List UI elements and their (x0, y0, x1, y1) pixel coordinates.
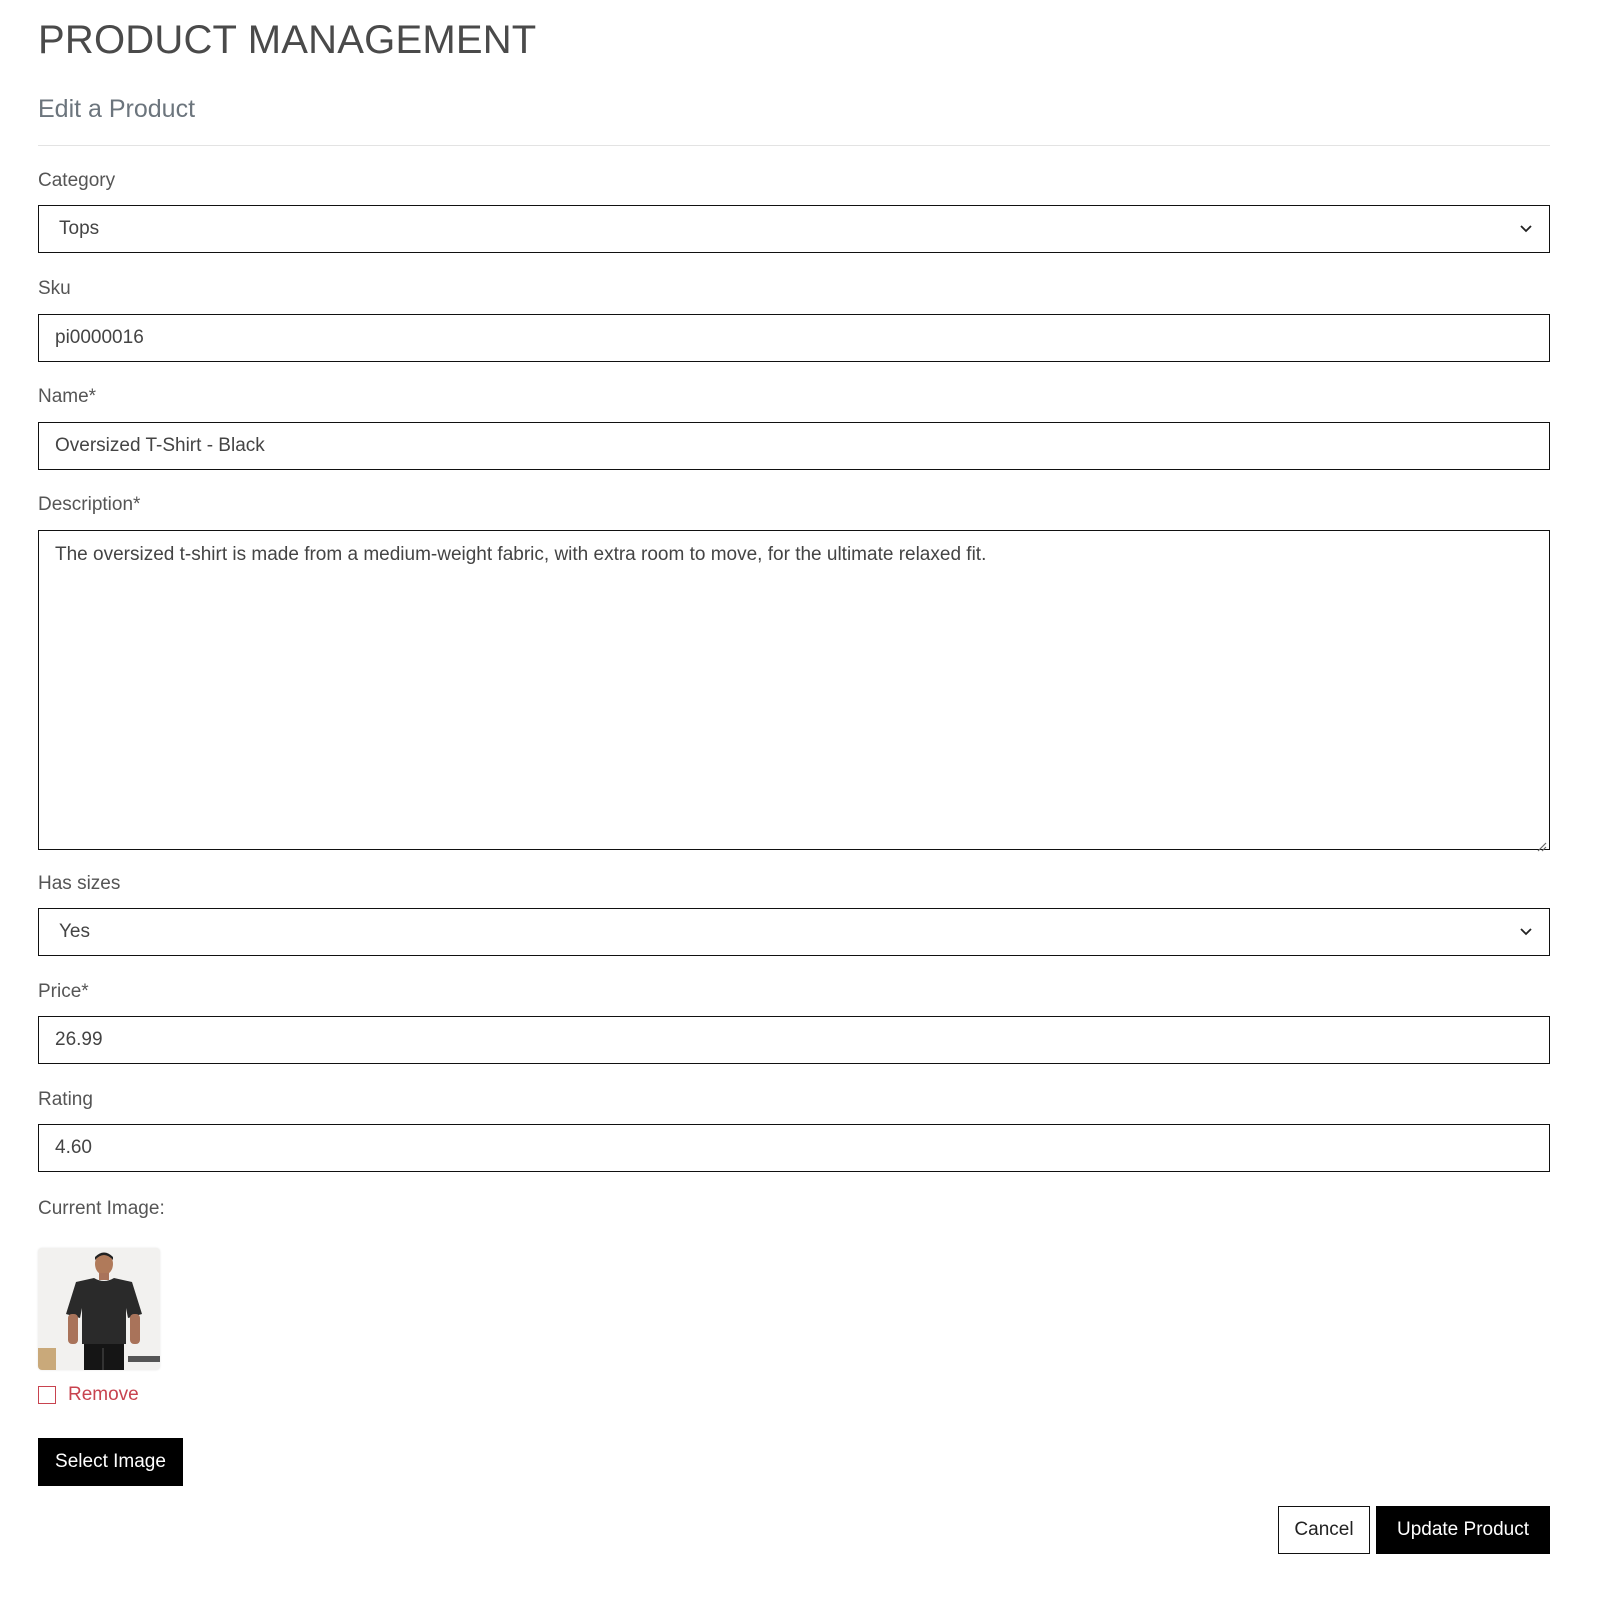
rating-label: Rating (38, 1089, 93, 1110)
price-input[interactable]: 26.99 (38, 1016, 1550, 1064)
select-image-button[interactable]: Select Image (38, 1438, 183, 1486)
description-label: Description* (38, 494, 141, 515)
chevron-down-icon (1519, 925, 1533, 939)
remove-image-label[interactable]: Remove (68, 1384, 139, 1406)
sku-label: Sku (38, 278, 71, 299)
price-label: Price* (38, 981, 89, 1002)
chevron-down-icon (1519, 222, 1533, 236)
category-select-value: Tops (59, 218, 100, 239)
has-sizes-select-value: Yes (59, 921, 90, 942)
name-input[interactable]: Oversized T-Shirt - Black (38, 422, 1550, 470)
name-input-value: Oversized T-Shirt - Black (55, 435, 265, 456)
sku-input[interactable]: pi0000016 (38, 314, 1550, 362)
rating-input-value: 4.60 (55, 1137, 92, 1158)
header-divider (38, 145, 1550, 146)
rating-input[interactable]: 4.60 (38, 1124, 1550, 1172)
product-thumbnail (38, 1248, 160, 1370)
current-image-label: Current Image: (38, 1198, 165, 1219)
page-subtitle: Edit a Product (38, 95, 196, 123)
has-sizes-select[interactable]: Yes (38, 908, 1550, 956)
category-label: Category (38, 170, 116, 191)
sku-input-value: pi0000016 (55, 327, 144, 348)
name-label: Name* (38, 386, 97, 407)
category-select[interactable]: Tops (38, 205, 1550, 253)
description-textarea[interactable]: The oversized t-shirt is made from a med… (38, 530, 1550, 852)
resize-handle-icon[interactable] (1535, 835, 1547, 852)
has-sizes-label: Has sizes (38, 873, 121, 894)
remove-image-checkbox[interactable] (38, 1386, 56, 1404)
update-product-button[interactable]: Update Product (1376, 1506, 1550, 1554)
remove-image-row[interactable]: Remove (38, 1384, 139, 1406)
cancel-button[interactable]: Cancel (1278, 1506, 1370, 1554)
price-input-value: 26.99 (55, 1029, 103, 1050)
page-title: PRODUCT MANAGEMENT (38, 18, 537, 62)
description-textarea-value: The oversized t-shirt is made from a med… (55, 544, 987, 565)
